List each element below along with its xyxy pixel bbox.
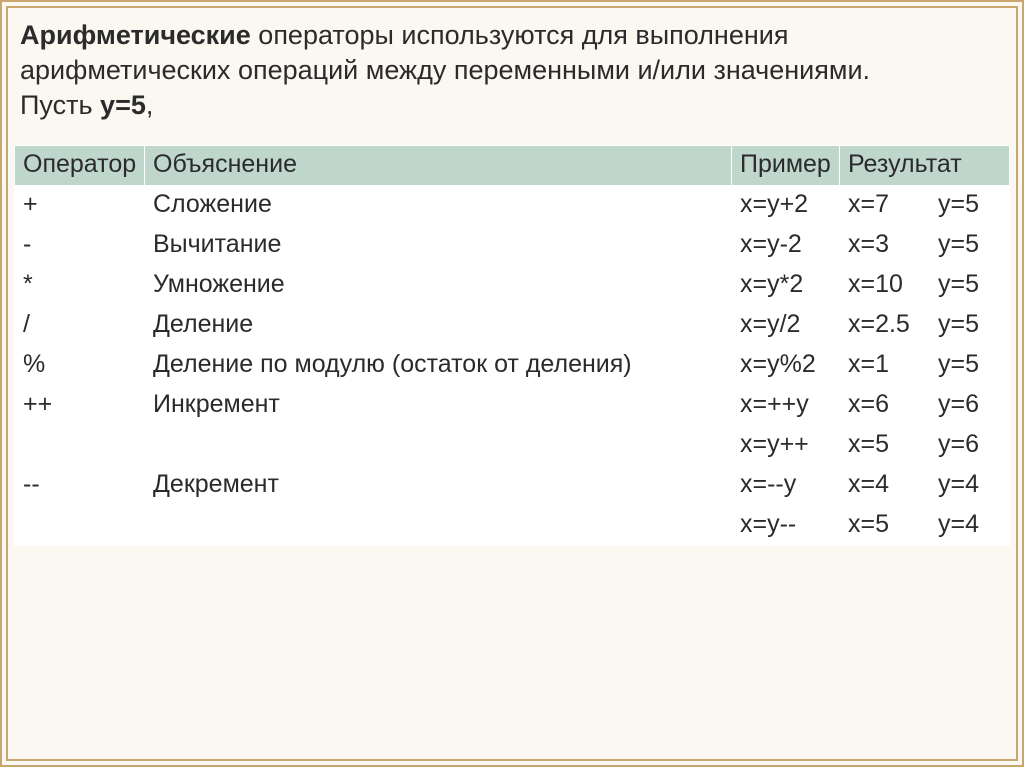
cell-explanation: Деление bbox=[145, 306, 732, 346]
operators-table: Оператор Объяснение Пример Результат + С… bbox=[14, 145, 1010, 546]
cell-explanation: Вычитание bbox=[145, 226, 732, 266]
cell-result-x: x=5 bbox=[839, 506, 929, 546]
cell-explanation: Инкремент bbox=[145, 386, 732, 466]
cell-example: x=y-2 bbox=[731, 226, 839, 266]
cell-result-y: y=5 bbox=[929, 306, 1009, 346]
cell-result-x: x=3 bbox=[839, 226, 929, 266]
cell-result-x: x=7 bbox=[839, 186, 929, 226]
col-result: Результат bbox=[839, 146, 1009, 186]
cell-example: x=y+2 bbox=[731, 186, 839, 226]
cell-result-x: x=4 bbox=[839, 466, 929, 506]
heading-bold: Арифметические bbox=[20, 20, 251, 50]
cell-example: x=--y bbox=[731, 466, 839, 506]
cell-result-y: y=6 bbox=[929, 386, 1009, 426]
slide: Арифметические операторы используются дл… bbox=[0, 0, 1024, 767]
table-row: * Умножение x=y*2 x=10 y=5 bbox=[15, 266, 1010, 306]
cell-result-x: x=1 bbox=[839, 346, 929, 386]
cell-result-x: x=6 bbox=[839, 386, 929, 426]
cell-result-y: y=6 bbox=[929, 426, 1009, 466]
cell-example: x=++y bbox=[731, 386, 839, 426]
cell-result-y: y=5 bbox=[929, 186, 1009, 226]
cell-explanation: Деление по модулю (остаток от деления) bbox=[145, 346, 732, 386]
col-operator: Оператор bbox=[15, 146, 145, 186]
col-example: Пример bbox=[731, 146, 839, 186]
heading-line2-suffix: , bbox=[146, 90, 154, 120]
cell-result-x: x=10 bbox=[839, 266, 929, 306]
table-row: ++ Инкремент x=++y x=6 y=6 bbox=[15, 386, 1010, 426]
table-row: + Сложение x=y+2 x=7 y=5 bbox=[15, 186, 1010, 226]
cell-explanation: Сложение bbox=[145, 186, 732, 226]
table-header-row: Оператор Объяснение Пример Результат bbox=[15, 146, 1010, 186]
cell-operator: / bbox=[15, 306, 145, 346]
cell-result-y: y=5 bbox=[929, 266, 1009, 306]
table-row: - Вычитание x=y-2 x=3 y=5 bbox=[15, 226, 1010, 266]
cell-example: x=y++ bbox=[731, 426, 839, 466]
table-row: / Деление x=y/2 x=2.5 y=5 bbox=[15, 306, 1010, 346]
cell-result-x: x=5 bbox=[839, 426, 929, 466]
table-body: + Сложение x=y+2 x=7 y=5 - Вычитание x=y… bbox=[15, 186, 1010, 546]
cell-example: x=y*2 bbox=[731, 266, 839, 306]
cell-operator: -- bbox=[15, 466, 145, 546]
cell-operator: % bbox=[15, 346, 145, 386]
cell-operator: ++ bbox=[15, 386, 145, 466]
cell-result-y: y=5 bbox=[929, 226, 1009, 266]
cell-example: x=y%2 bbox=[731, 346, 839, 386]
cell-result-y: y=5 bbox=[929, 346, 1009, 386]
heading-paragraph: Арифметические операторы используются дл… bbox=[20, 18, 1004, 123]
table-row: -- Декремент x=--y x=4 y=4 bbox=[15, 466, 1010, 506]
cell-operator: * bbox=[15, 266, 145, 306]
cell-example: x=y-- bbox=[731, 506, 839, 546]
cell-explanation: Декремент bbox=[145, 466, 732, 546]
cell-result-y: y=4 bbox=[929, 466, 1009, 506]
cell-operator: - bbox=[15, 226, 145, 266]
cell-result-x: x=2.5 bbox=[839, 306, 929, 346]
cell-operator: + bbox=[15, 186, 145, 226]
cell-result-y: y=4 bbox=[929, 506, 1009, 546]
table-row: % Деление по модулю (остаток от деления)… bbox=[15, 346, 1010, 386]
cell-example: x=y/2 bbox=[731, 306, 839, 346]
cell-explanation: Умножение bbox=[145, 266, 732, 306]
col-explanation: Объяснение bbox=[145, 146, 732, 186]
heading-line2-prefix: Пусть bbox=[20, 90, 100, 120]
heading-line2-bold: y=5 bbox=[100, 90, 146, 120]
